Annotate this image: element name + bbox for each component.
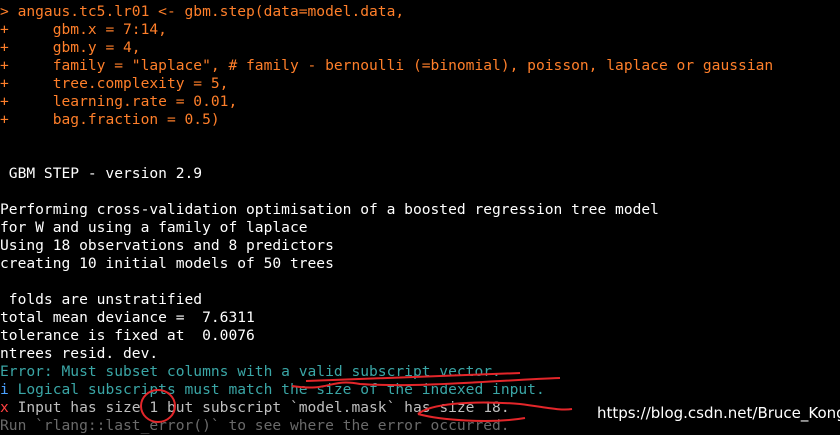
console-line: > angaus.tc5.lr01 <- gbm.step(data=model…	[0, 3, 404, 21]
console-line: folds are unstratified	[0, 291, 202, 309]
r-console[interactable]: > angaus.tc5.lr01 <- gbm.step(data=model…	[0, 0, 840, 434]
console-line-text: folds are unstratified	[0, 291, 203, 308]
console-line: + learning.rate = 0.01,	[0, 93, 237, 111]
console-line-prefix: +	[0, 21, 18, 38]
console-line: + bag.fraction = 0.5)	[0, 111, 220, 129]
console-line-text: family = "laplace", # family - bernoulli…	[17, 57, 774, 74]
console-line-text: gbm.y = 4,	[17, 39, 141, 56]
console-line-prefix: +	[0, 39, 18, 56]
console-line-text: total mean deviance = 7.6311	[0, 309, 255, 326]
console-line-prefix: +	[0, 75, 18, 92]
console-line-prefix: x	[0, 399, 18, 416]
console-line-text: gbm.x = 7:14,	[17, 21, 167, 38]
console-line-text: Run `rlang::last_error()` to see where t…	[0, 417, 510, 434]
console-line-text: tolerance is fixed at 0.0076	[0, 327, 255, 344]
watermark-text: https://blog.csdn.net/Bruce_Kong	[597, 404, 840, 422]
console-line-text: for W and using a family of laplace	[0, 219, 308, 236]
console-line: for W and using a family of laplace	[0, 219, 308, 237]
console-line: + tree.complexity = 5,	[0, 75, 228, 93]
console-line-text: Using 18 observations and 8 predictors	[0, 237, 334, 254]
console-line-prefix: i	[0, 381, 18, 398]
console-line-text: angaus.tc5.lr01 <- gbm.step(data=model.d…	[17, 3, 405, 20]
console-line: Error: Must subset columns with a valid …	[0, 363, 501, 381]
console-line-text: Logical subscripts must match the size o…	[17, 381, 545, 398]
console-line: GBM STEP - version 2.9	[0, 165, 202, 183]
console-line: x Input has size 1 but subscript `model.…	[0, 399, 510, 417]
console-line-prefix: >	[0, 3, 18, 20]
console-line-text: tree.complexity = 5,	[17, 75, 229, 92]
console-line-prefix: +	[0, 111, 18, 128]
console-line: ntrees resid. dev.	[0, 345, 158, 363]
console-line-text: bag.fraction = 0.5)	[17, 111, 220, 128]
console-line: + gbm.y = 4,	[0, 39, 141, 57]
console-line-text: Input has size 1 but subscript `model.ma…	[17, 399, 510, 416]
console-line-prefix: +	[0, 57, 18, 74]
console-line-text: creating 10 initial models of 50 trees	[0, 255, 334, 272]
console-line: + gbm.x = 7:14,	[0, 21, 167, 39]
console-line-text: Error: Must subset columns with a valid …	[0, 363, 501, 380]
console-line: creating 10 initial models of 50 trees	[0, 255, 334, 273]
console-line: tolerance is fixed at 0.0076	[0, 327, 255, 345]
console-line: i Logical subscripts must match the size…	[0, 381, 545, 399]
console-line-text: Performing cross-validation optimisation…	[0, 201, 659, 218]
console-line-text: learning.rate = 0.01,	[17, 93, 238, 110]
console-line: + family = "laplace", # family - bernoul…	[0, 57, 773, 75]
console-line-prefix: +	[0, 93, 18, 110]
console-line-text: GBM STEP - version 2.9	[0, 165, 203, 182]
console-line-text: ntrees resid. dev.	[0, 345, 159, 362]
console-line: Using 18 observations and 8 predictors	[0, 237, 334, 255]
console-line: Run `rlang::last_error()` to see where t…	[0, 417, 510, 435]
console-line: total mean deviance = 7.6311	[0, 309, 255, 327]
console-line: Performing cross-validation optimisation…	[0, 201, 659, 219]
